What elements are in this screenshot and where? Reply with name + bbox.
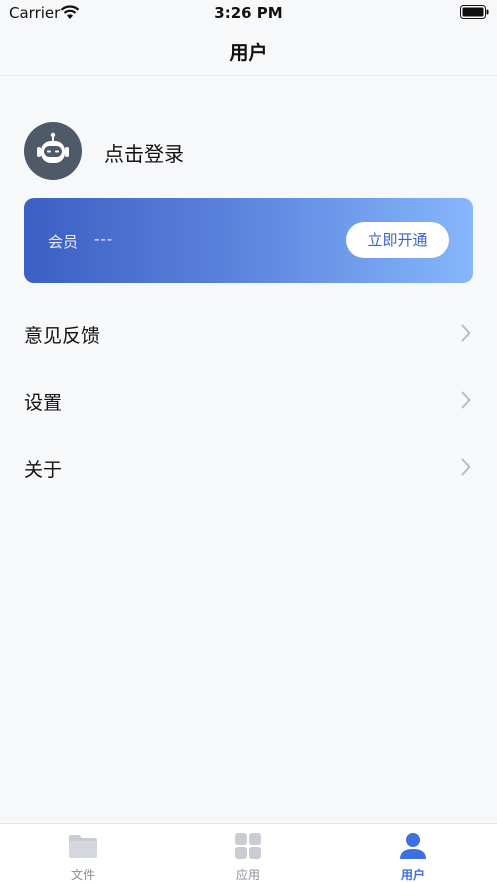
page-title: 用户 — [229, 42, 268, 64]
nav-bar: 用户 — [0, 28, 497, 76]
activate-membership-button[interactable]: 立即开通 — [346, 222, 449, 258]
menu-item-label: 设置 — [24, 392, 63, 414]
tab-apps[interactable]: 应用 — [198, 824, 298, 883]
apps-grid-icon — [235, 833, 261, 859]
menu-item-label: 关于 — [24, 459, 63, 481]
status-bar: Carrier 3:26 PM — [0, 0, 497, 28]
login-row[interactable]: 点击登录 — [24, 122, 473, 180]
clock-text: 3:26 PM — [214, 4, 283, 22]
tab-bar: 文件 应用 用户 — [0, 823, 497, 883]
chevron-right-icon — [461, 324, 471, 342]
menu-item-label: 意见反馈 — [24, 325, 101, 347]
member-label: 会员 — [48, 233, 79, 251]
folder-icon — [69, 835, 97, 858]
tab-user[interactable]: 用户 — [363, 824, 463, 883]
battery-icon — [460, 5, 489, 19]
menu-item-feedback[interactable]: 意见反馈 — [24, 311, 473, 355]
tab-files[interactable]: 文件 — [33, 824, 133, 883]
user-icon — [400, 833, 426, 859]
chevron-right-icon — [461, 458, 471, 476]
menu-item-about[interactable]: 关于 — [24, 445, 473, 489]
avatar[interactable] — [24, 122, 82, 180]
tab-label: 应用 — [235, 868, 260, 882]
tab-label: 文件 — [70, 868, 95, 882]
tab-label: 用户 — [400, 868, 425, 882]
chevron-right-icon — [461, 391, 471, 409]
membership-card: 会员 --- 立即开通 — [24, 198, 473, 283]
member-status-value: --- — [94, 230, 114, 248]
menu-item-settings[interactable]: 设置 — [24, 378, 473, 422]
robot-icon — [37, 132, 69, 163]
login-prompt[interactable]: 点击登录 — [104, 138, 184, 167]
